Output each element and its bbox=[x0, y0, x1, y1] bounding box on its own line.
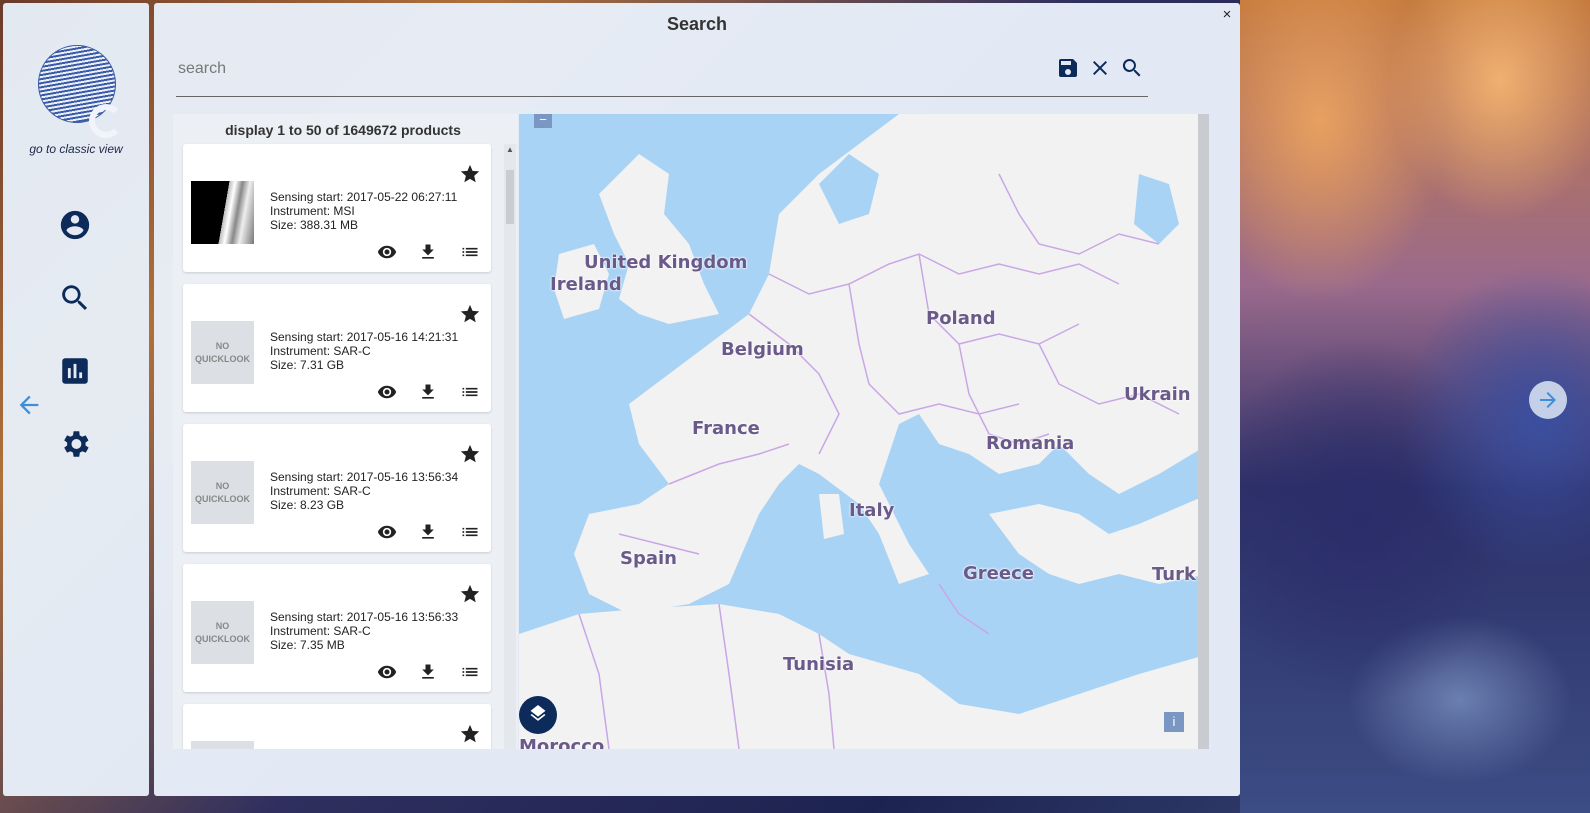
results-scrollbar[interactable]: ▲ bbox=[504, 144, 516, 749]
scroll-up-icon[interactable]: ▲ bbox=[504, 144, 516, 156]
no-quicklook-placeholder: NO QUICKLOOK bbox=[191, 601, 254, 664]
map-view[interactable]: United Kingdom Ireland Belgium Poland Fr… bbox=[519, 114, 1209, 749]
map-base bbox=[519, 114, 1209, 749]
settings-gear-icon[interactable] bbox=[58, 427, 92, 461]
account-icon[interactable] bbox=[58, 208, 92, 242]
search-icon[interactable] bbox=[58, 281, 92, 315]
product-meta: Sensing start: 2017-05-16 13:56:33 Instr… bbox=[270, 610, 458, 652]
map-label-belgium: Belgium bbox=[721, 339, 804, 360]
search-submit-icon[interactable] bbox=[1120, 56, 1144, 80]
layers-icon[interactable] bbox=[519, 696, 557, 734]
instrument: Instrument: SAR-C bbox=[270, 624, 371, 638]
sensing-start: Sensing start: 2017-05-16 13:56:34 bbox=[270, 470, 459, 484]
download-icon[interactable] bbox=[418, 382, 438, 402]
map-label-ireland: Ireland bbox=[550, 274, 622, 295]
size: Size: 8.23 GB bbox=[270, 498, 345, 512]
arrow-right-icon[interactable] bbox=[1529, 381, 1567, 419]
map-scrollbar[interactable] bbox=[1198, 114, 1209, 749]
map-label-france: France bbox=[692, 418, 760, 439]
product-meta: Sensing start: 2017-05-16 13:56:34 Instr… bbox=[270, 470, 458, 512]
map-label-italy: Italy bbox=[849, 500, 895, 521]
product-card[interactable]: NO QUICKLOOK Sensing start: 2017-05-16 13… bbox=[183, 424, 491, 552]
map-label-ukraine: Ukrain bbox=[1124, 384, 1191, 405]
list-details-icon[interactable] bbox=[460, 662, 480, 682]
star-icon[interactable] bbox=[459, 723, 481, 745]
quicklook-image[interactable] bbox=[191, 181, 254, 244]
map-label-romania: Romania bbox=[986, 433, 1075, 454]
size: Size: 388.31 MB bbox=[270, 218, 359, 232]
star-icon[interactable] bbox=[459, 443, 481, 465]
sensing-start: Sensing start: 2017-05-16 13:56:33 bbox=[270, 610, 459, 624]
map-label-uk: United Kingdom bbox=[584, 252, 748, 273]
logo-e-mark bbox=[89, 104, 123, 138]
no-quicklook-placeholder: NO QUICKLOOK bbox=[191, 321, 254, 384]
view-eye-icon[interactable] bbox=[377, 662, 397, 682]
close-button[interactable]: × bbox=[1218, 6, 1236, 24]
save-icon[interactable] bbox=[1056, 56, 1080, 80]
results-list[interactable]: display 1 to 50 of 1649672 products Sens… bbox=[173, 114, 518, 749]
view-eye-icon[interactable] bbox=[377, 522, 397, 542]
view-eye-icon[interactable] bbox=[377, 382, 397, 402]
product-meta: Sensing start: 2017-05-16 14:21:31 Instr… bbox=[270, 330, 458, 372]
map-label-spain: Spain bbox=[620, 548, 677, 569]
product-meta: Sensing start: 2017-05-22 06:27:11 Instr… bbox=[270, 190, 457, 232]
map-label-morocco: Morocco bbox=[519, 736, 605, 749]
map-label-poland: Poland bbox=[926, 308, 996, 329]
sensing-start: Sensing start: 2017-05-22 06:27:11 bbox=[270, 190, 458, 204]
zoom-out-button[interactable]: − bbox=[534, 114, 552, 128]
search-panel: Search × display 1 to 50 of 1649672 prod… bbox=[154, 3, 1240, 796]
clear-icon[interactable] bbox=[1088, 56, 1112, 80]
sensing-start: Sensing start: 2017-05-16 14:21:31 bbox=[270, 330, 459, 344]
download-icon[interactable] bbox=[418, 662, 438, 682]
map-label-turkey: Turk bbox=[1152, 564, 1196, 585]
results-count: display 1 to 50 of 1649672 products bbox=[225, 122, 461, 138]
instrument: Instrument: SAR-C bbox=[270, 484, 371, 498]
star-icon[interactable] bbox=[459, 163, 481, 185]
size: Size: 7.31 GB bbox=[270, 358, 345, 372]
arrow-left-icon[interactable] bbox=[15, 391, 43, 419]
no-quicklook-placeholder: NO QUICKLOOK bbox=[191, 461, 254, 524]
star-icon[interactable] bbox=[459, 303, 481, 325]
statistics-icon[interactable] bbox=[58, 354, 92, 388]
product-card[interactable]: NO QUICKLOOK Sensing start: 2017-05-16 14… bbox=[183, 284, 491, 412]
list-details-icon[interactable] bbox=[460, 522, 480, 542]
download-icon[interactable] bbox=[418, 242, 438, 262]
sidebar: go to classic view bbox=[3, 3, 149, 796]
size: Size: 7.35 MB bbox=[270, 638, 345, 652]
search-input[interactable] bbox=[176, 56, 1040, 82]
panel-title: Search bbox=[666, 14, 728, 34]
map-label-greece: Greece bbox=[963, 563, 1034, 584]
instrument: Instrument: MSI bbox=[270, 204, 355, 218]
info-button[interactable]: i bbox=[1164, 712, 1184, 732]
product-card[interactable]: NO QUICKLOOK Sensing start: 2017-05-16 13… bbox=[183, 564, 491, 692]
list-details-icon[interactable] bbox=[460, 242, 480, 262]
list-details-icon[interactable] bbox=[460, 382, 480, 402]
product-card[interactable] bbox=[183, 704, 491, 749]
search-bar bbox=[176, 48, 1148, 97]
no-quicklook-placeholder bbox=[191, 741, 254, 749]
esa-logo bbox=[38, 45, 123, 138]
scroll-thumb[interactable] bbox=[506, 170, 514, 224]
star-icon[interactable] bbox=[459, 583, 481, 605]
view-eye-icon[interactable] bbox=[377, 242, 397, 262]
product-card[interactable]: Sensing start: 2017-05-22 06:27:11 Instr… bbox=[183, 144, 491, 272]
map-label-tunisia: Tunisia bbox=[783, 654, 855, 675]
instrument: Instrument: SAR-C bbox=[270, 344, 371, 358]
classic-view-link[interactable]: go to classic view bbox=[3, 142, 149, 156]
download-icon[interactable] bbox=[418, 522, 438, 542]
